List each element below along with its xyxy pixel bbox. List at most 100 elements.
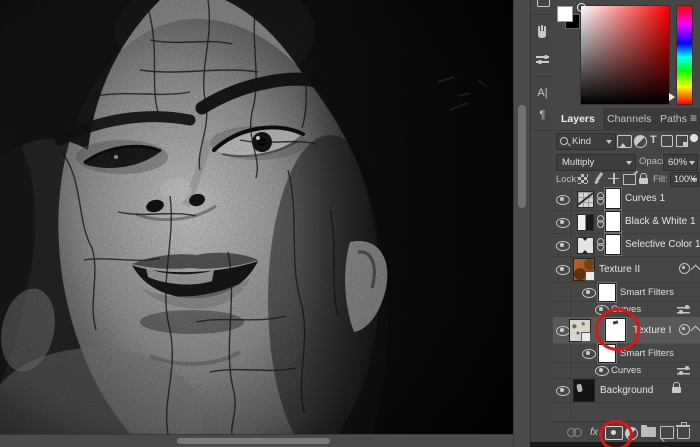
fill-dropdown[interactable]: 100% bbox=[670, 172, 699, 187]
layer-mask-thumbnail[interactable] bbox=[605, 211, 621, 232]
saturation-brightness-field[interactable] bbox=[580, 5, 670, 105]
panel-tabbar: Layers Channels Paths ≡ bbox=[553, 108, 700, 131]
layer-name[interactable]: Black & White 1 bbox=[625, 216, 696, 227]
hue-slider[interactable] bbox=[676, 5, 693, 105]
blend-mode-dropdown[interactable]: Multiply bbox=[556, 154, 636, 171]
visibility-eye-icon[interactable] bbox=[556, 217, 570, 228]
background-layer-thumbnail[interactable] bbox=[573, 379, 595, 402]
tab-layers[interactable]: Layers bbox=[553, 108, 603, 130]
smart-filter-curves-row[interactable]: Curves bbox=[553, 362, 700, 379]
properties-panel-button[interactable] bbox=[531, 50, 554, 68]
filter-pixel-layers-button[interactable] bbox=[617, 135, 632, 148]
texture-2-layer-thumbnail[interactable] bbox=[573, 258, 595, 281]
tab-paths[interactable]: Paths bbox=[652, 108, 695, 130]
layer-row-black-white-1[interactable]: Black & White 1 bbox=[553, 210, 700, 234]
vertical-scrollbar[interactable] bbox=[513, 0, 531, 447]
background-lock-icon bbox=[672, 382, 681, 393]
lock-transparency-icon[interactable] bbox=[578, 174, 588, 184]
layer-name[interactable]: Selective Color 1 bbox=[625, 239, 700, 250]
mask-link-icon bbox=[596, 238, 604, 251]
foreground-color-swatch[interactable] bbox=[557, 6, 573, 22]
panel-dock: A| ¶ bbox=[530, 0, 554, 447]
vertical-scrollbar-thumb[interactable] bbox=[518, 105, 526, 208]
layer-row-curves-1[interactable]: Curves 1 bbox=[553, 187, 700, 211]
fill-label: Fill: bbox=[653, 174, 668, 185]
tab-channels[interactable]: Channels bbox=[599, 108, 659, 130]
new-group-folder-button[interactable] bbox=[641, 425, 656, 437]
smart-filter-badge-icon[interactable] bbox=[679, 324, 690, 335]
smart-filter-badge-icon[interactable] bbox=[679, 263, 690, 274]
clipped-panel-icon[interactable] bbox=[531, 0, 554, 10]
visibility-eye-icon[interactable] bbox=[556, 325, 570, 336]
visibility-eye-icon[interactable] bbox=[556, 264, 570, 275]
filter-smart-objects-button[interactable] bbox=[676, 135, 688, 147]
horizontal-scrollbar[interactable] bbox=[0, 434, 513, 447]
collapse-chevron-icon[interactable] bbox=[690, 325, 700, 336]
layer-name[interactable]: Background bbox=[600, 385, 653, 396]
visibility-eye-icon[interactable] bbox=[556, 240, 570, 251]
hand-icon bbox=[536, 26, 548, 39]
visibility-eye-icon[interactable] bbox=[582, 287, 596, 298]
horizontal-scrollbar-thumb[interactable] bbox=[177, 438, 330, 444]
lock-position-move-icon[interactable] bbox=[608, 173, 619, 184]
character-panel-button[interactable]: A| bbox=[531, 84, 554, 102]
layer-name[interactable]: Texture II bbox=[599, 264, 640, 275]
smart-filters-label[interactable]: Smart Filters bbox=[620, 348, 674, 359]
curves-adjustment-icon[interactable] bbox=[577, 191, 594, 208]
collapse-chevron-icon[interactable] bbox=[690, 264, 700, 275]
filter-blending-options-icon[interactable] bbox=[677, 366, 690, 375]
texture-1-layer-thumbnail[interactable] bbox=[569, 319, 591, 342]
layer-mask-thumbnail[interactable] bbox=[605, 188, 621, 209]
filter-blending-options-icon[interactable] bbox=[677, 305, 690, 314]
annotation-circle-add-mask bbox=[599, 420, 633, 447]
layer-row-background[interactable]: Background bbox=[553, 378, 700, 403]
color-picker-cursor[interactable] bbox=[577, 3, 586, 12]
new-layer-button[interactable] bbox=[660, 426, 674, 439]
filter-shape-layers-button[interactable] bbox=[661, 135, 673, 147]
panel-menu-icon[interactable]: ≡ bbox=[690, 111, 697, 125]
dock-divider bbox=[533, 130, 552, 131]
tool-panel-icon bbox=[537, 0, 550, 7]
lock-pixels-brush-icon[interactable] bbox=[593, 173, 605, 185]
paragraph-icon: ¶ bbox=[539, 109, 546, 121]
annotation-circle-mask bbox=[595, 308, 640, 351]
filter-type-layers-button[interactable]: T bbox=[650, 134, 657, 147]
filter-adjustment-layers-button[interactable] bbox=[634, 135, 647, 148]
layers-panel-footer: fx bbox=[553, 420, 700, 447]
layer-row-texture-1[interactable]: Texture I bbox=[553, 308, 700, 351]
opacity-value: 60% bbox=[668, 157, 688, 168]
visibility-eye-icon[interactable] bbox=[582, 348, 596, 359]
filter-mask-thumbnail[interactable] bbox=[598, 283, 616, 302]
blend-mode-value: Multiply bbox=[562, 157, 595, 168]
gestures-panel-button[interactable] bbox=[531, 24, 554, 42]
paragraph-panel-button[interactable]: ¶ bbox=[531, 106, 554, 124]
hue-slider-arrow[interactable] bbox=[669, 93, 679, 101]
filter-kind-dropdown[interactable]: Kind bbox=[556, 133, 616, 150]
delete-layer-trash-button[interactable] bbox=[675, 422, 690, 439]
black-white-adjustment-icon[interactable] bbox=[577, 214, 594, 231]
layer-row-texture-2[interactable]: Texture II bbox=[553, 256, 700, 283]
canvas-area[interactable] bbox=[0, 0, 531, 447]
visibility-eye-icon[interactable] bbox=[556, 385, 570, 396]
layer-style-fx-button[interactable]: fx bbox=[590, 426, 598, 438]
visibility-eye-icon[interactable] bbox=[595, 365, 609, 376]
chevron-down-icon bbox=[626, 161, 632, 168]
link-layers-button[interactable] bbox=[567, 428, 583, 437]
portrait-image bbox=[0, 0, 513, 434]
smart-filters-label[interactable]: Smart Filters bbox=[620, 287, 674, 298]
opacity-dropdown[interactable]: 60% bbox=[663, 154, 698, 171]
lock-artboard-icon[interactable] bbox=[623, 174, 636, 185]
mask-link-icon bbox=[596, 192, 604, 205]
layer-name[interactable]: Curves 1 bbox=[625, 193, 665, 204]
mask-link-icon bbox=[596, 215, 604, 228]
lock-all-padlock-icon[interactable] bbox=[639, 173, 648, 184]
visibility-eye-icon[interactable] bbox=[556, 194, 570, 205]
chevron-down-icon bbox=[691, 178, 697, 185]
chevron-down-icon bbox=[689, 161, 695, 168]
layer-row-selective-color-1[interactable]: Selective Color 1 bbox=[553, 233, 700, 257]
smart-filters-row[interactable]: Smart Filters bbox=[553, 282, 700, 302]
layer-filter-toggle[interactable] bbox=[690, 134, 698, 142]
selective-color-adjustment-icon[interactable] bbox=[577, 237, 594, 254]
filter-name[interactable]: Curves bbox=[611, 365, 641, 376]
layer-mask-thumbnail[interactable] bbox=[605, 234, 621, 255]
